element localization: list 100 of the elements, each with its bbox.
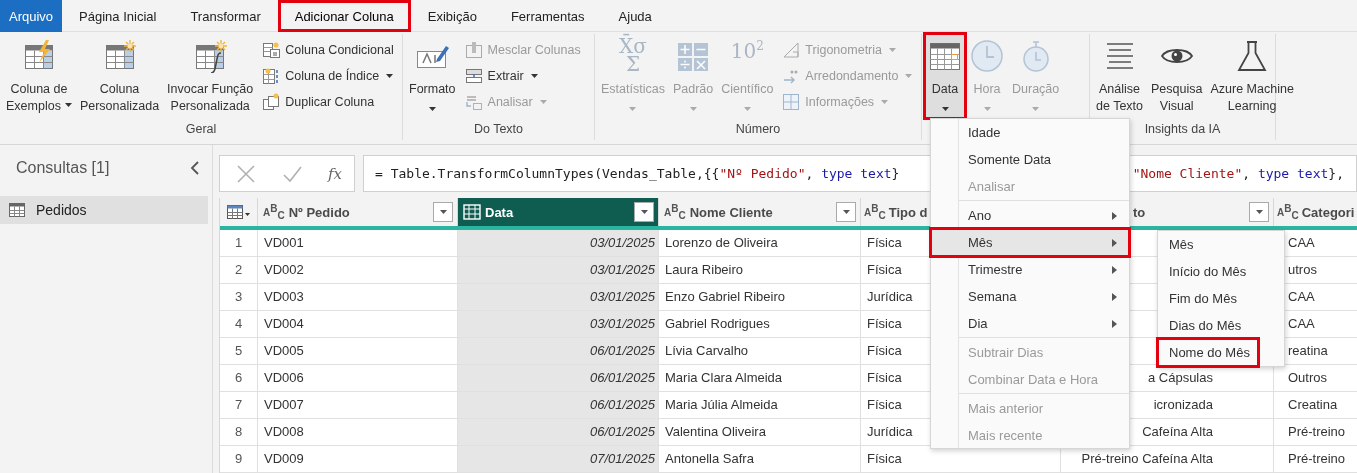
file-tab[interactable]: Arquivo [0, 0, 63, 32]
submenu-arrow-icon [1112, 319, 1117, 328]
ribbon-button[interactable]: Coluna Condicional [262, 37, 394, 63]
query-item[interactable]: Pedidos [0, 196, 208, 224]
filter-button[interactable] [433, 202, 453, 222]
caret-icon [629, 107, 637, 111]
table-cell: 03/01/2025 [458, 230, 659, 256]
header-label: to [1133, 204, 1146, 220]
table-cell: Enzo Gabriel Ribeiro [659, 284, 861, 310]
table-cell: 06/01/2025 [458, 419, 659, 445]
ribbon-button[interactable]: Extrair [464, 63, 581, 89]
pane-title: Consultas [1] [16, 159, 110, 177]
submenu-arrow-icon [1112, 211, 1117, 220]
table-icon [8, 202, 26, 218]
conditional-column-icon [262, 41, 281, 59]
caret-icon [64, 103, 72, 107]
clock-icon [970, 39, 1004, 73]
ribbon-tab[interactable]: Página Inicial [62, 0, 174, 32]
number-grid-icon [782, 93, 801, 111]
ribbon-tab[interactable]: Ferramentas [493, 0, 602, 32]
ribbon-button[interactable]: Invocar Função Personalizada [164, 34, 257, 118]
row-number: 8 [220, 419, 258, 445]
row-number: 1 [220, 230, 258, 256]
submenu-arrow-icon [1112, 265, 1117, 274]
ribbon-button[interactable]: Análise de Texto [1093, 34, 1147, 118]
menu-item[interactable]: Dias do Mês [1158, 312, 1250, 339]
group-label: Insights da IA [1143, 121, 1222, 138]
caret-icon [530, 74, 538, 78]
table-cell: Valentina Oliveira [659, 419, 861, 445]
ribbon-tab[interactable]: Adicionar Coluna [277, 0, 411, 32]
table-function-icon [193, 39, 228, 73]
caret-icon [983, 107, 991, 111]
submenu-arrow-icon [1112, 292, 1117, 301]
ribbon-button[interactable]: Data [925, 34, 965, 118]
group-label: Geral [184, 121, 218, 138]
row-number: 6 [220, 365, 258, 391]
caret-icon [689, 107, 697, 111]
caret-icon [428, 107, 436, 111]
caret-icon [1255, 210, 1263, 214]
caret-icon [842, 210, 850, 214]
row-number: 7 [220, 392, 258, 418]
caret-icon [539, 100, 547, 104]
table-cell: 06/01/2025 [458, 338, 659, 364]
caret-icon [1032, 107, 1040, 111]
table-cell: Maria Júlia Almeida [659, 392, 861, 418]
menu-item[interactable]: Idade [931, 119, 1129, 146]
table-cell: 03/01/2025 [458, 311, 659, 337]
header-label: Data [485, 204, 514, 220]
header-label: Tipo d [888, 204, 928, 220]
ribbon-button[interactable]: Coluna de Exemplos [3, 34, 75, 118]
column-header[interactable]: Data [458, 198, 659, 226]
ribbon-tab[interactable]: Exibição [410, 0, 494, 32]
caret-icon [386, 74, 394, 78]
menu-item[interactable]: Mês [1158, 231, 1202, 258]
table-menu-icon[interactable] [226, 204, 251, 220]
row-number: 5 [220, 338, 258, 364]
caret-icon [881, 100, 889, 104]
ribbon-button[interactable]: Duplicar Coluna [262, 89, 394, 115]
index-column-icon [262, 67, 281, 85]
submenu-arrow-icon [1112, 238, 1117, 247]
ribbon-button[interactable]: Coluna Personalizada [76, 34, 163, 118]
table-cell: 06/01/2025 [458, 392, 659, 418]
filter-button[interactable] [634, 202, 654, 222]
table-cell: Antonella Safra [659, 446, 861, 472]
formula-text: = Table.TransformColumnTypes(Vendas_Table,{{"Nº Pedido", type text} [375, 166, 900, 181]
menu-item[interactable]: Nome do Mês [1158, 339, 1258, 366]
table-cell: Gabriel Rodrigues [659, 311, 861, 337]
ribbon-button[interactable]: Pesquisa Visual [1148, 34, 1206, 118]
caret-icon [889, 48, 896, 52]
header-label: Nome Cliente [689, 204, 773, 220]
ribbon-button[interactable]: Azure Machine Learning [1207, 34, 1297, 118]
menu-item[interactable]: Mês [931, 229, 1129, 256]
collapse-icon[interactable] [190, 161, 200, 175]
calendar-icon [463, 204, 481, 220]
caret-icon [941, 107, 949, 111]
table-cell: Pré-treino [1274, 419, 1357, 445]
row-number: 3 [220, 284, 258, 310]
table-cell: 03/01/2025 [458, 257, 659, 283]
table-cell: Pré-treino [1274, 446, 1357, 472]
triangle-ruler-icon [782, 41, 801, 59]
formula-text: "Nome Cliente", type text}, [1132, 166, 1344, 181]
filter-button[interactable] [1249, 202, 1269, 222]
table-cell: Lívia Carvalho [659, 338, 861, 364]
function-button[interactable]: fx [328, 164, 342, 183]
extract-icon [464, 67, 483, 85]
filter-button[interactable] [836, 202, 856, 222]
menu-item[interactable]: Fim do Mês [1158, 285, 1245, 312]
table-cell: Maria Clara Almeida [659, 365, 861, 391]
table-cell: Lorenzo de Oliveira [659, 230, 861, 256]
ribbon-tab[interactable]: Ajuda [601, 0, 669, 32]
menu-item[interactable]: Início do Mês [1158, 258, 1255, 285]
table-cell: Laura Ribeiro [659, 257, 861, 283]
ribbon-button[interactable]: Coluna de Índice [262, 63, 394, 89]
parse-icon [464, 93, 483, 111]
duplicate-column-icon [262, 93, 281, 111]
ribbon-button[interactable]: Formato [406, 34, 459, 118]
table-cell: Creatina [1274, 392, 1357, 418]
caret-icon [905, 74, 913, 78]
ribbon-tab[interactable]: Transformar [173, 0, 278, 32]
header-label: Nº Pedido [288, 204, 350, 220]
